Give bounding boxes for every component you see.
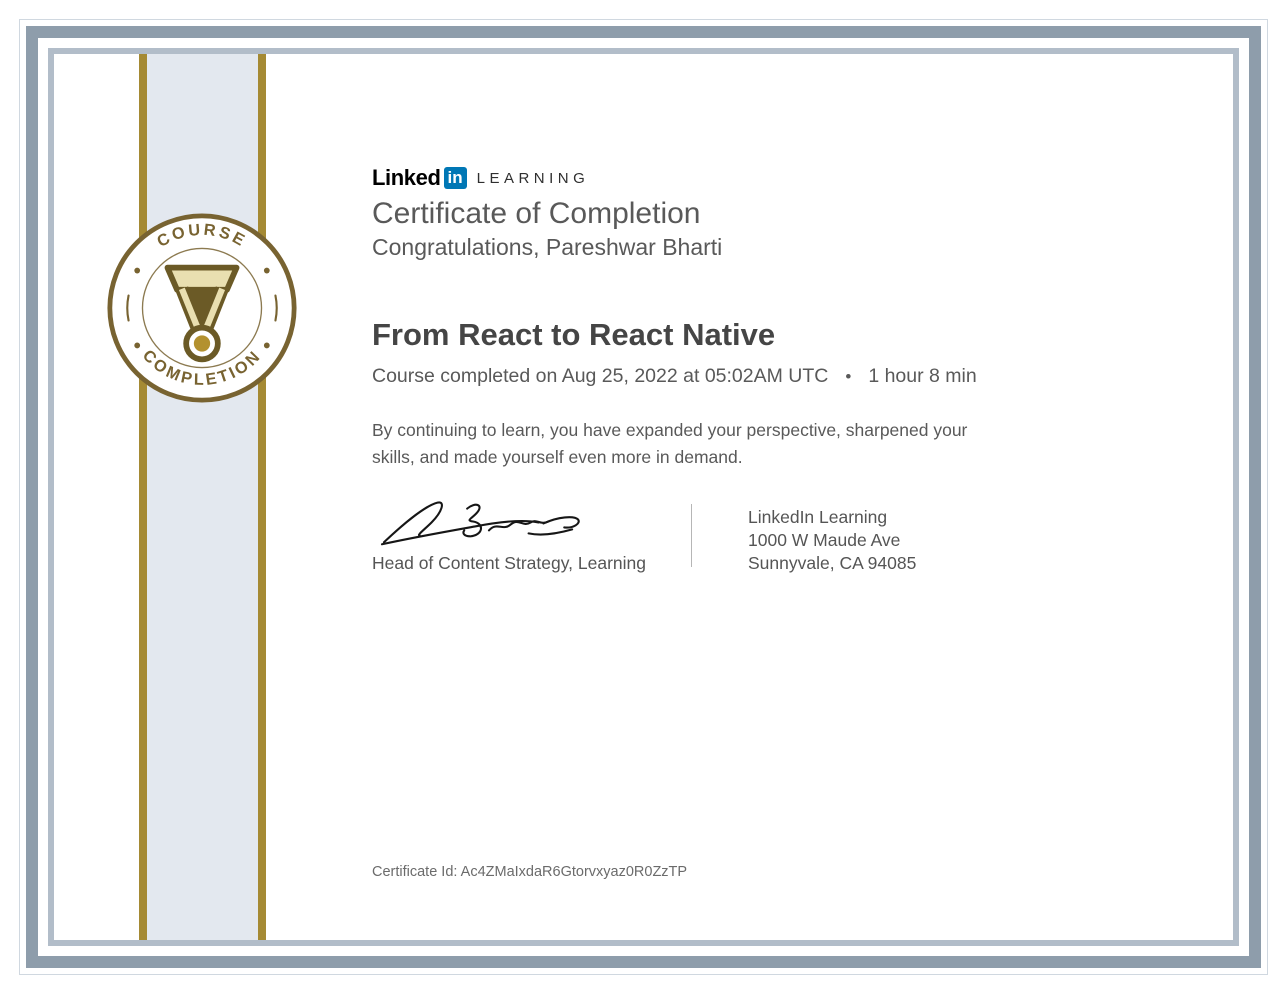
medal-ribbon-top — [164, 264, 240, 293]
medal-center-dot — [193, 335, 211, 352]
signature-stroke-d — [382, 501, 443, 544]
issuer-street: 1000 W Maude Ave — [748, 530, 901, 550]
certificate-page: COURSE COMPLETION Linked in LEARNING Cer… — [0, 0, 1287, 994]
badge-dot-lower-left — [134, 342, 141, 349]
course-duration: 1 hour 8 min — [868, 365, 977, 387]
linkedin-in-icon: in — [443, 167, 467, 189]
vertical-divider — [691, 504, 692, 567]
signature — [380, 501, 580, 546]
badge-dot-upper-right — [263, 267, 270, 274]
signer-title: Head of Content Strategy, Learning — [372, 553, 647, 573]
signature-stroke-sweep — [380, 520, 540, 546]
issuer-address-block: LinkedIn Learning 1000 W Maude Ave Sunny… — [748, 506, 916, 575]
logo-learning-text: LEARNING — [476, 169, 590, 187]
issuer-city: Sunnyvale, CA 94085 — [748, 553, 917, 573]
logo-linked-text: Linked — [372, 165, 441, 190]
certificate-id: Certificate Id: Ac4ZMaIxdaR6Gtorvxyaz0R0… — [372, 864, 688, 880]
badge-dot-lower-right — [263, 342, 270, 349]
signature-stroke-underline — [527, 528, 574, 536]
course-completion-badge: COURSE COMPLETION — [107, 213, 297, 403]
badge-dot-upper-left — [134, 267, 141, 274]
completion-meta: Course completed on Aug 25, 2022 at 05:0… — [372, 365, 977, 388]
issuer-name: LinkedIn Learning — [748, 507, 888, 527]
linkedin-learning-logo: Linked in LEARNING — [372, 165, 589, 191]
congratulatory-message: By continuing to learn, you have expande… — [372, 420, 968, 467]
bullet-separator: • — [845, 366, 852, 386]
completion-date: Course completed on Aug 25, 2022 at 05:0… — [372, 365, 829, 387]
decorative-side-band — [139, 54, 266, 940]
signature-stroke-b — [462, 503, 482, 538]
certificate-title: Certificate of Completion — [372, 197, 701, 230]
congratulations-line: Congratulations, Pareshwar Bharti — [372, 234, 723, 260]
course-title: From React to React Native — [372, 317, 776, 352]
